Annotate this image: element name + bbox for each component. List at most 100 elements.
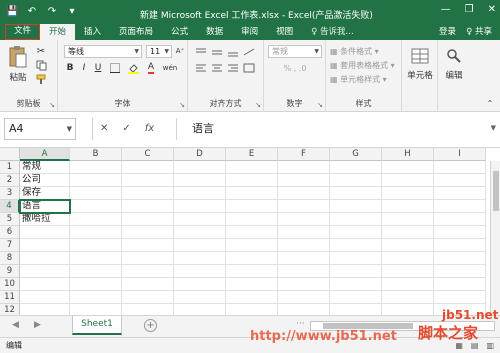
cell-e10[interactable] [226, 278, 278, 291]
cell-b11[interactable] [70, 291, 122, 304]
cell-i10[interactable] [434, 278, 486, 291]
cell-f9[interactable] [278, 265, 330, 278]
column-header-i[interactable]: I [434, 148, 486, 161]
cell-g3[interactable] [330, 187, 382, 200]
row-header-8[interactable]: 8 [0, 252, 20, 265]
cell-i7[interactable] [434, 239, 486, 252]
collapse-ribbon-icon[interactable]: ⌃ [484, 98, 496, 108]
cell-a2[interactable]: 公司 [20, 174, 70, 187]
cell-i6[interactable] [434, 226, 486, 239]
cell-h11[interactable] [382, 291, 434, 304]
cell-h1[interactable] [382, 161, 434, 174]
cell-b6[interactable] [70, 226, 122, 239]
cell-d2[interactable] [174, 174, 226, 187]
cell-i9[interactable] [434, 265, 486, 278]
cell-h3[interactable] [382, 187, 434, 200]
cell-c5[interactable] [122, 213, 174, 226]
format-as-table-button[interactable]: ▦ 套用表格格式 ▾ [330, 60, 395, 71]
cell-f3[interactable] [278, 187, 330, 200]
cell-d8[interactable] [174, 252, 226, 265]
cell-d11[interactable] [174, 291, 226, 304]
cell-c10[interactable] [122, 278, 174, 291]
cell-e12[interactable] [226, 304, 278, 315]
cell-d7[interactable] [174, 239, 226, 252]
cell-b1[interactable] [70, 161, 122, 174]
cell-e5[interactable] [226, 213, 278, 226]
cell-i4[interactable] [434, 200, 486, 213]
column-header-h[interactable]: H [382, 148, 434, 161]
add-sheet-button[interactable]: + [144, 319, 157, 332]
cell-e7[interactable] [226, 239, 278, 252]
font-color-icon[interactable]: A [144, 62, 158, 74]
cell-h6[interactable] [382, 226, 434, 239]
undo-icon[interactable]: ↶ [26, 6, 38, 18]
cell-a1[interactable]: 常规 [20, 161, 70, 174]
row-header-1[interactable]: 1 [0, 161, 20, 174]
cell-g7[interactable] [330, 239, 382, 252]
cell-h2[interactable] [382, 174, 434, 187]
cell-h5[interactable] [382, 213, 434, 226]
cell-h4[interactable] [382, 200, 434, 213]
row-header-12[interactable]: 12 [0, 304, 20, 315]
tab-view[interactable]: 视图 [267, 24, 302, 40]
fill-color-icon[interactable] [126, 62, 140, 74]
row-header-11[interactable]: 11 [0, 291, 20, 304]
tab-split-icon[interactable]: ··· [296, 319, 305, 329]
font-name-select[interactable]: 等线 ▼ [64, 45, 142, 58]
cell-e3[interactable] [226, 187, 278, 200]
enter-icon[interactable]: ✓ [122, 118, 130, 140]
cell-g12[interactable] [330, 304, 382, 315]
cell-i8[interactable] [434, 252, 486, 265]
cell-a12[interactable] [20, 304, 70, 315]
next-sheet-icon[interactable]: ▶ [34, 320, 41, 330]
clipboard-launcher-icon[interactable]: ↘ [49, 101, 55, 109]
cell-i1[interactable] [434, 161, 486, 174]
number-format-select[interactable]: 常规 ▼ [268, 45, 322, 58]
cell-f4[interactable] [278, 200, 330, 213]
paste-icon[interactable] [6, 44, 30, 70]
cell-c1[interactable] [122, 161, 174, 174]
phonetic-icon[interactable]: wén [162, 62, 178, 74]
cell-h7[interactable] [382, 239, 434, 252]
cell-a5[interactable]: 撒哈拉 [20, 213, 70, 226]
cell-c6[interactable] [122, 226, 174, 239]
cell-b10[interactable] [70, 278, 122, 291]
cell-i11[interactable] [434, 291, 486, 304]
column-header-b[interactable]: B [70, 148, 122, 161]
bold-button[interactable]: B [64, 62, 76, 74]
grow-font-icon[interactable]: A⁺ [174, 45, 186, 57]
redo-icon[interactable]: ↷ [46, 6, 58, 18]
cell-h10[interactable] [382, 278, 434, 291]
cell-a6[interactable] [20, 226, 70, 239]
editing-group[interactable]: 编辑 [438, 40, 470, 112]
cell-a8[interactable] [20, 252, 70, 265]
cell-h12[interactable] [382, 304, 434, 315]
cancel-icon[interactable]: ✕ [100, 118, 108, 140]
cell-g1[interactable] [330, 161, 382, 174]
cell-d1[interactable] [174, 161, 226, 174]
cell-d5[interactable] [174, 213, 226, 226]
cell-f8[interactable] [278, 252, 330, 265]
tab-page-layout[interactable]: 页面布局 [110, 24, 162, 40]
horizontal-align-icons[interactable] [194, 62, 258, 74]
row-header-7[interactable]: 7 [0, 239, 20, 252]
cell-b8[interactable] [70, 252, 122, 265]
cell-b9[interactable] [70, 265, 122, 278]
insert-function-icon[interactable]: fx [145, 118, 154, 140]
cell-e4[interactable] [226, 200, 278, 213]
column-header-c[interactable]: C [122, 148, 174, 161]
font-size-select[interactable]: 11 ▼ [146, 45, 172, 58]
cell-c8[interactable] [122, 252, 174, 265]
cell-b4[interactable] [70, 200, 122, 213]
row-header-2[interactable]: 2 [0, 174, 20, 187]
vertical-align-icons[interactable] [194, 46, 258, 58]
cell-g11[interactable] [330, 291, 382, 304]
cut-icon[interactable]: ✂ [34, 45, 48, 57]
alignment-launcher-icon[interactable]: ↘ [255, 101, 261, 109]
tab-home[interactable]: 开始 [40, 24, 76, 40]
cells-group[interactable]: 单元格 [402, 40, 438, 112]
cell-f10[interactable] [278, 278, 330, 291]
cell-c9[interactable] [122, 265, 174, 278]
scroll-thumb[interactable] [493, 171, 499, 211]
cell-b3[interactable] [70, 187, 122, 200]
